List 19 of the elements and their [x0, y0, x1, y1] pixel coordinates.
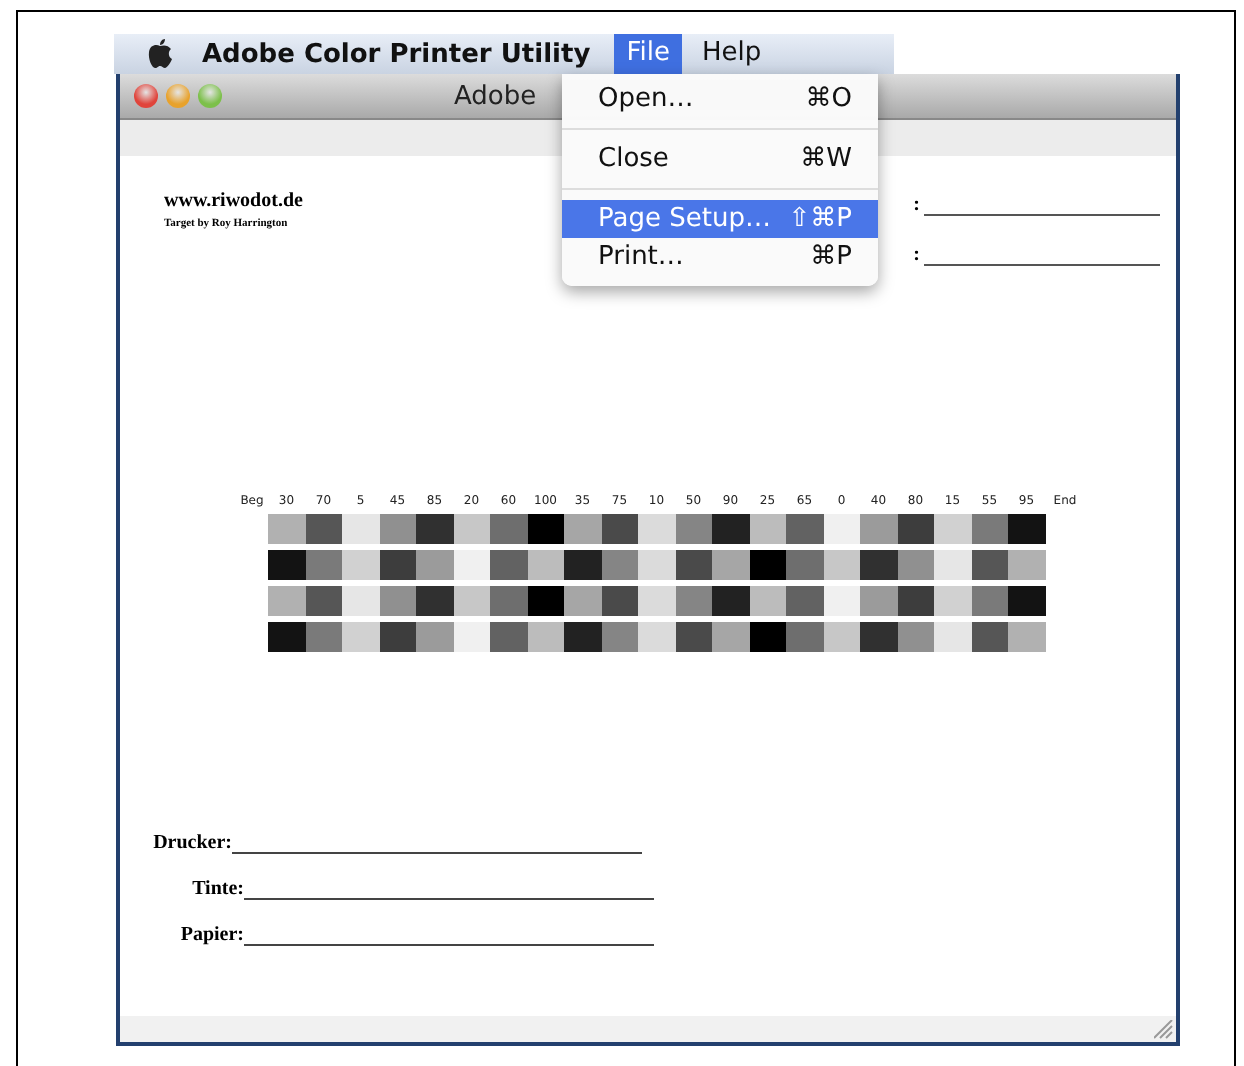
field-label: :	[913, 194, 920, 216]
window-title: Adobe	[454, 81, 537, 111]
menu-title[interactable]: File	[614, 34, 682, 74]
field-label: Tinte:	[190, 878, 244, 900]
apple-icon[interactable]	[146, 38, 174, 70]
menu-item[interactable]: Page Setup… ⇧⌘P	[562, 200, 878, 238]
window-button[interactable]	[134, 84, 158, 108]
site-text: www.riwodot.de	[164, 190, 303, 212]
window-button[interactable]	[198, 84, 222, 108]
menu-item[interactable]: Open… ⌘O	[562, 80, 878, 118]
menu-item[interactable]: Print… ⌘P	[562, 238, 878, 276]
resize-grip-icon[interactable]	[1154, 1020, 1174, 1040]
field-label: :	[913, 244, 920, 266]
window-button[interactable]	[166, 84, 190, 108]
field-label: Papier:	[178, 924, 244, 946]
menu-item[interactable]: Close ⌘W	[562, 140, 878, 178]
menu-title[interactable]: Help	[689, 34, 774, 74]
app-name[interactable]: Adobe Color Printer Utility	[202, 39, 591, 69]
field-label: Drucker:	[152, 832, 232, 854]
